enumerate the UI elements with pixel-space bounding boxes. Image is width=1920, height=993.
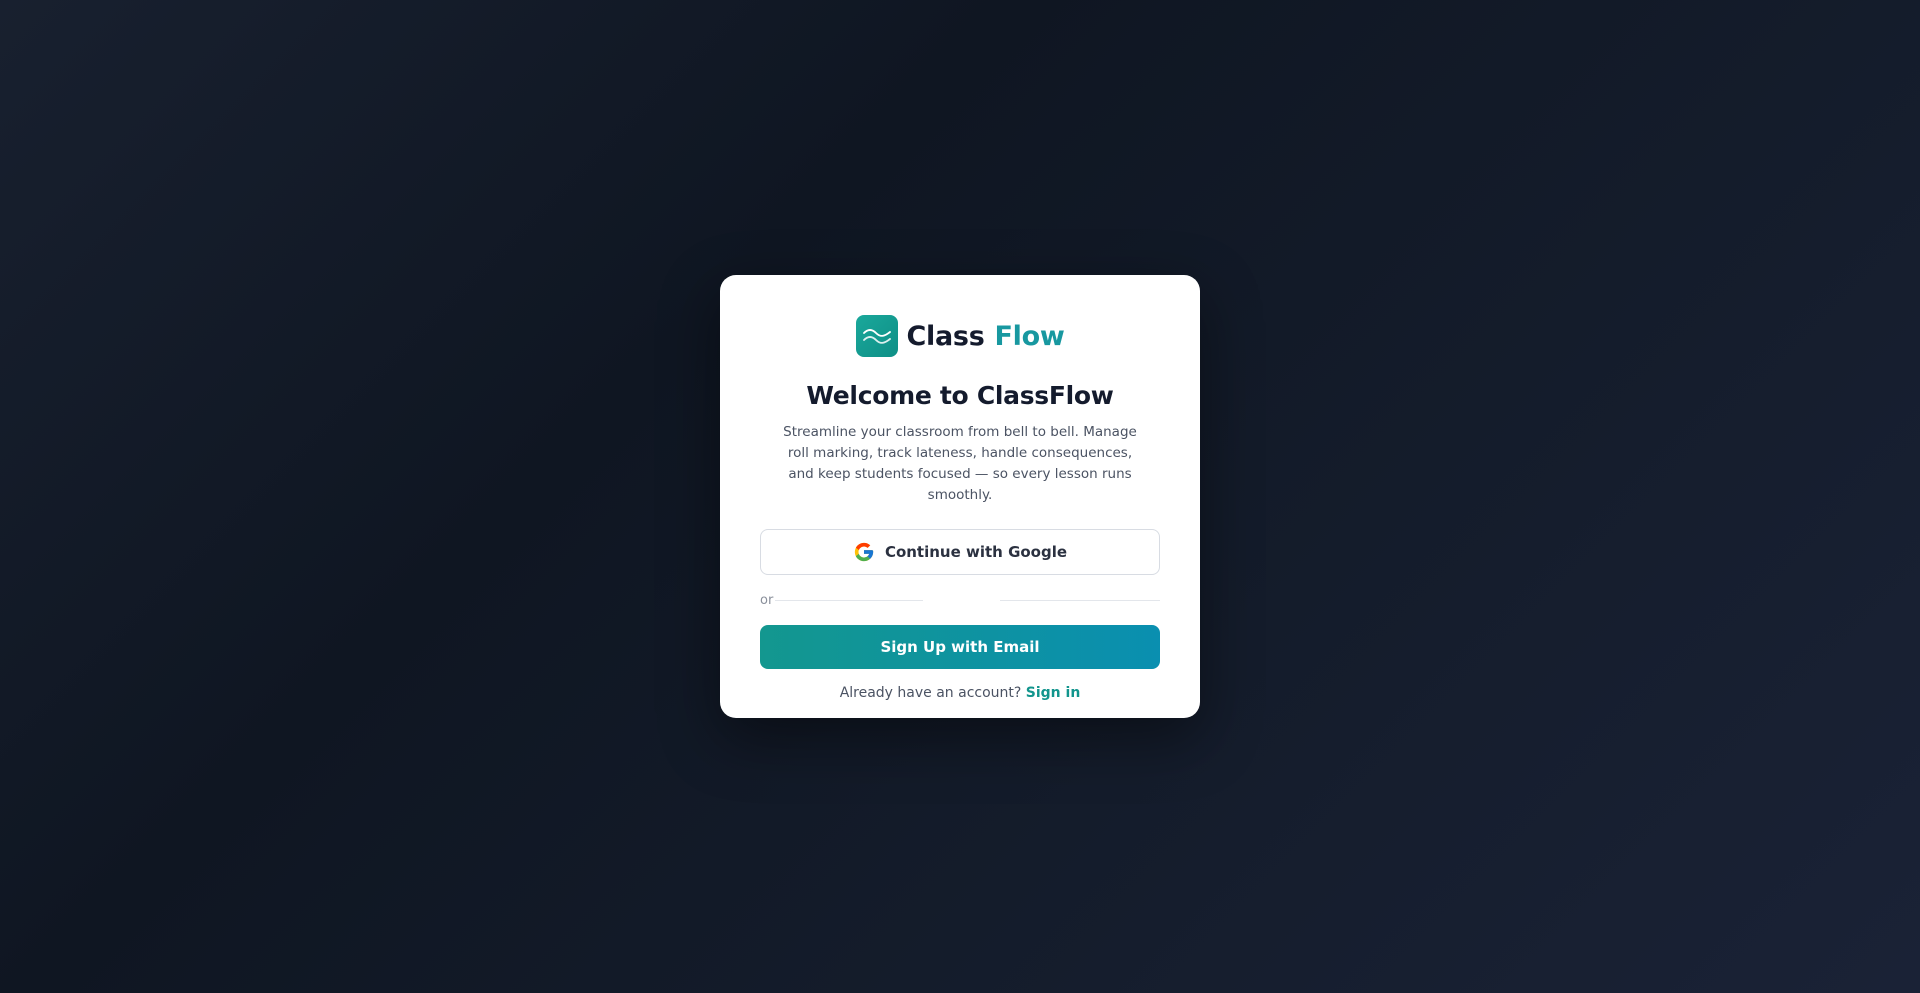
- page-subtitle: Streamline your classroom from bell to b…: [783, 424, 1137, 503]
- continue-with-google-label: Continue with Google: [884, 543, 1068, 561]
- brand-name: Class Flow: [907, 321, 1065, 352]
- sign-up-with-email-label: Sign Up with Email: [880, 638, 1040, 656]
- wave-icon: [855, 315, 898, 357]
- divider-text: or: [760, 592, 774, 608]
- google-icon: [853, 541, 875, 563]
- page-title: Welcome to ClassFlow: [806, 381, 1114, 410]
- continue-with-google-button[interactable]: Continue with Google: [760, 529, 1160, 575]
- brand-header: Class Flow: [760, 315, 1160, 357]
- divider-line-left: [775, 599, 924, 601]
- divider-line-right: [1000, 599, 1160, 601]
- brand-name-primary: Class: [906, 320, 985, 352]
- signin-prompt-row: Already have an account? Sign in: [760, 685, 1160, 701]
- sign-up-with-email-button[interactable]: Sign Up with Email: [760, 625, 1160, 669]
- brand-name-accent: Flow: [994, 320, 1065, 352]
- signin-prompt-text: Already have an account?: [839, 685, 1022, 701]
- sign-in-link[interactable]: Sign in: [1026, 685, 1081, 701]
- or-divider: or: [760, 591, 1160, 609]
- signup-card: Class Flow Welcome to ClassFlow Streamlin…: [720, 275, 1200, 718]
